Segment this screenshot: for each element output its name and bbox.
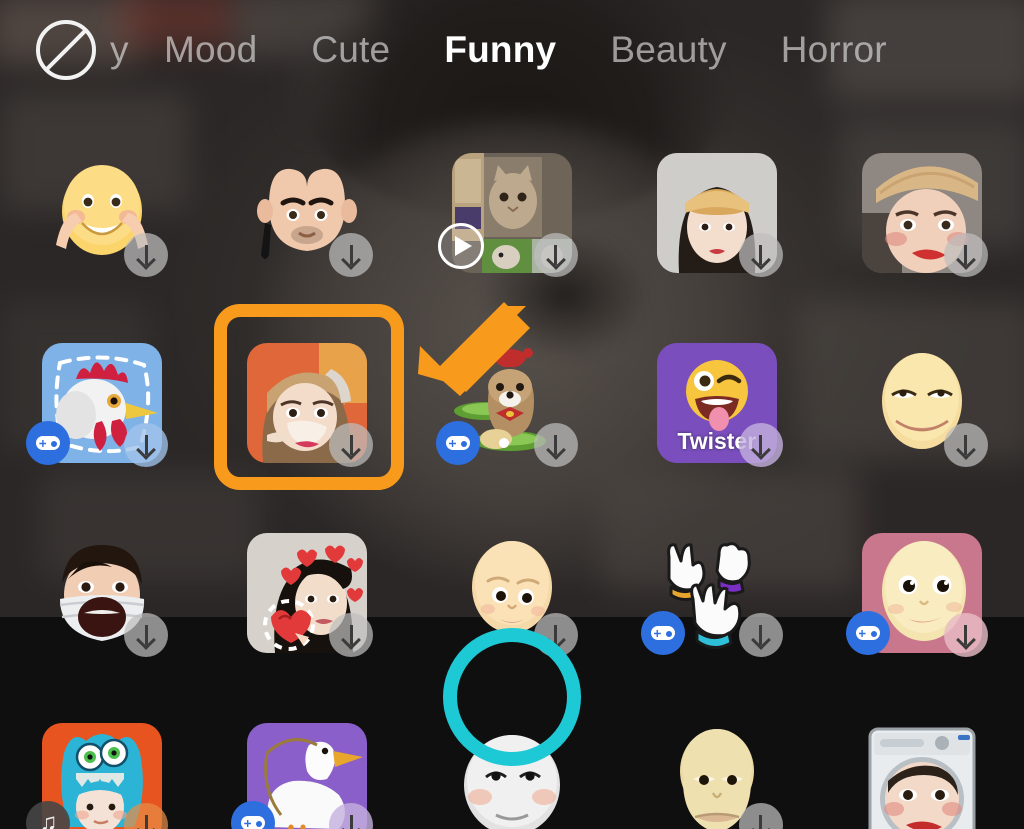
tab-beauty[interactable]: Beauty: [583, 29, 753, 71]
category-tabbar: y Mood Cute Funny Beauty Horror: [0, 0, 1024, 100]
sticker-pink-emoji-face[interactable]: [819, 498, 1024, 688]
download-badge[interactable]: [738, 613, 783, 657]
download-badge[interactable]: [738, 233, 783, 277]
sticker-heart-hat-girl[interactable]: [205, 498, 410, 688]
sticker-boy-face-mask[interactable]: [0, 498, 205, 688]
sticker-twister[interactable]: Twister: [614, 308, 819, 498]
sticker-picker-screen: y Mood Cute Funny Beauty Horror Twister …: [0, 0, 1024, 829]
category-tabs: y Mood Cute Funny Beauty Horror: [96, 29, 914, 71]
sticker-blonde-bangs-girl[interactable]: [614, 118, 819, 308]
no-effect-icon[interactable]: [36, 20, 96, 80]
download-badge[interactable]: [124, 423, 169, 467]
sticker-yellow-cheek-pull[interactable]: [0, 118, 205, 308]
download-badge[interactable]: [533, 423, 578, 467]
game-badge[interactable]: [435, 421, 480, 465]
sticker-white-round-face[interactable]: [410, 688, 615, 829]
download-badge[interactable]: [329, 233, 374, 277]
sticker-beige-long-face[interactable]: [614, 688, 819, 829]
sticker-row: [0, 498, 1024, 688]
sticker-grid: Twister ♫: [0, 118, 1024, 829]
tab-funny[interactable]: Funny: [417, 29, 583, 71]
download-badge[interactable]: [329, 423, 374, 467]
tab-mood[interactable]: Mood: [137, 29, 284, 71]
sticker-kitten-collage[interactable]: [410, 118, 615, 308]
download-badge[interactable]: [738, 423, 783, 467]
sticker-row: ♫: [0, 688, 1024, 829]
download-badge[interactable]: [329, 613, 374, 657]
download-badge[interactable]: [943, 233, 988, 277]
sticker-bald-man-face[interactable]: [205, 118, 410, 308]
sticker-rock-paper-scissors[interactable]: [614, 498, 819, 688]
tab-cute[interactable]: Cute: [284, 29, 417, 71]
download-badge[interactable]: [943, 613, 988, 657]
sticker-masked-girl-selected[interactable]: [205, 308, 410, 498]
washing-machine-icon: [862, 723, 982, 829]
sticker-white-duck[interactable]: [205, 688, 410, 829]
pointer-arrow-icon: [418, 302, 530, 396]
download-badge[interactable]: [533, 233, 578, 277]
sticker-straw-hat-girl[interactable]: [819, 118, 1024, 308]
sticker-rooster[interactable]: [0, 308, 205, 498]
game-badge[interactable]: [845, 611, 890, 655]
sticker-row: [0, 118, 1024, 308]
sticker-washing-machine-face[interactable]: [819, 688, 1024, 829]
game-badge[interactable]: [640, 611, 685, 655]
tab-partial[interactable]: y: [110, 29, 137, 71]
sticker-smiling-yellow-face[interactable]: [819, 308, 1024, 498]
sticker-blue-monster-hood[interactable]: ♫: [0, 688, 205, 829]
play-badge[interactable]: [437, 223, 484, 269]
download-badge[interactable]: [943, 423, 988, 467]
download-badge[interactable]: [533, 613, 578, 657]
white-face-icon: [452, 723, 572, 829]
sticker-baby-face[interactable]: [410, 498, 615, 688]
tab-horror[interactable]: Horror: [754, 29, 914, 71]
